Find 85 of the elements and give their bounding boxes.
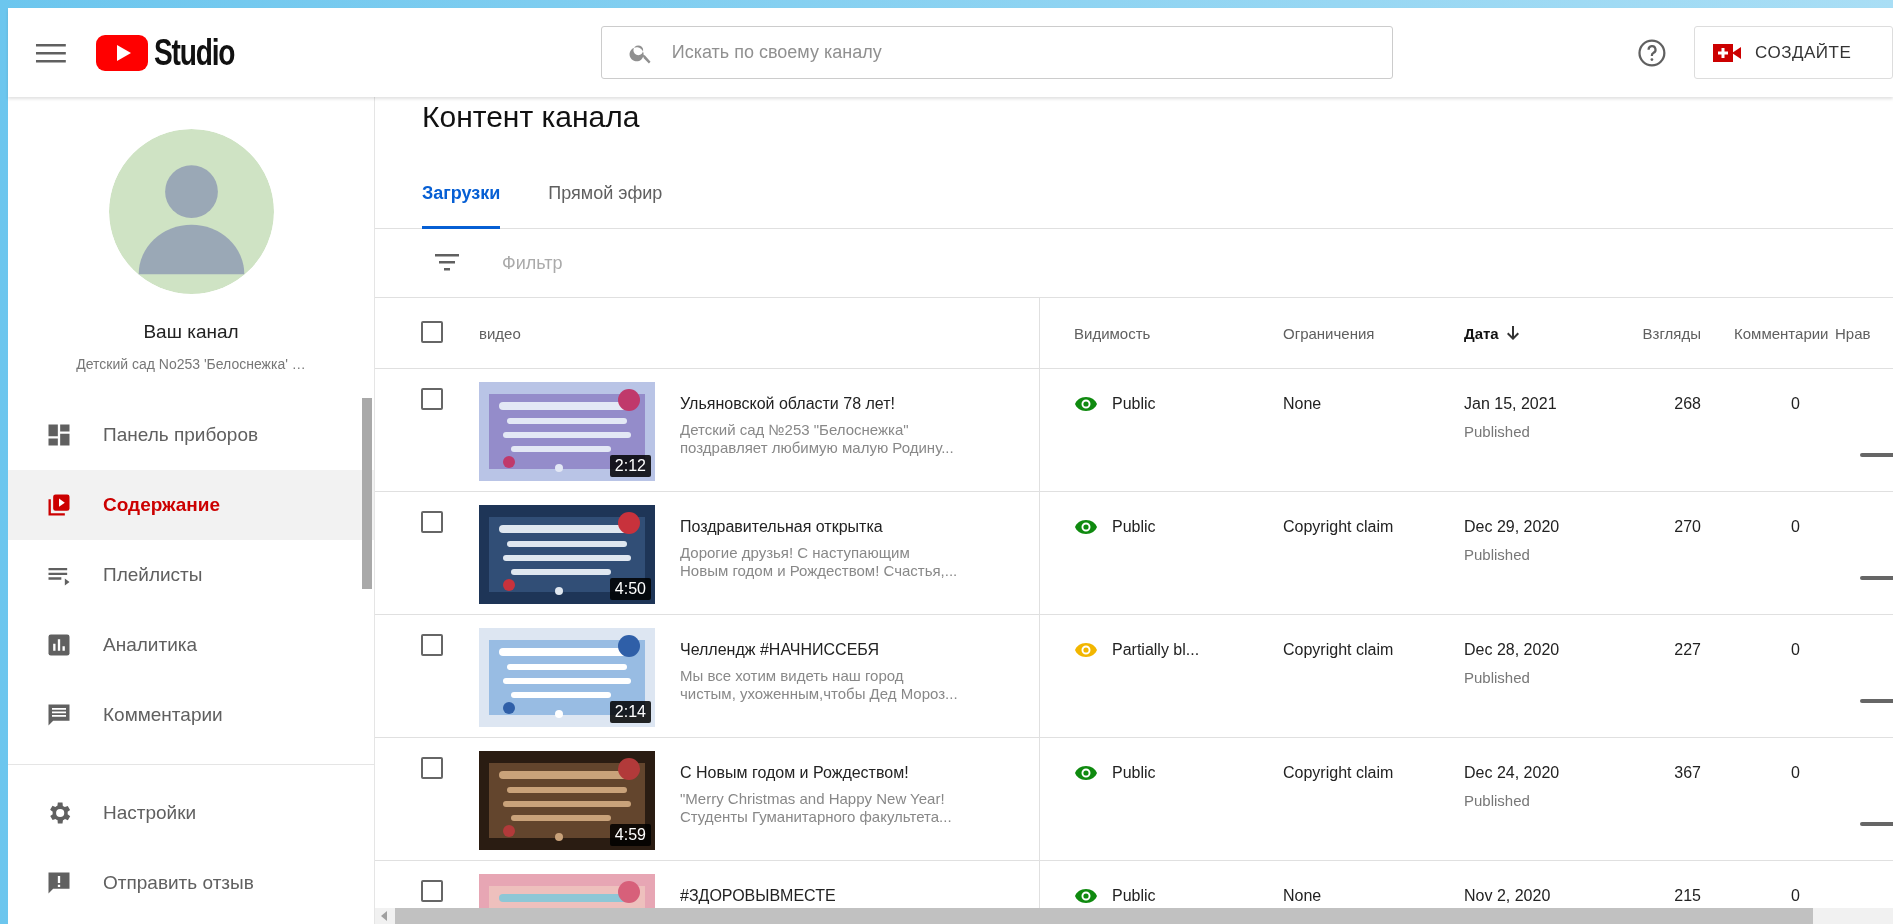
checkbox[interactable] [421, 511, 443, 533]
video-title[interactable]: #ЗДОРОВЫВМЕСТЕ [680, 887, 960, 905]
table-cell: 0 [1791, 395, 1800, 412]
table-cell: 0 [1791, 764, 1800, 781]
column-header[interactable]: Ограничения [1283, 324, 1375, 342]
table-cell: 268 [1674, 395, 1701, 412]
visibility-label[interactable]: Partially bl... [1112, 641, 1200, 659]
visibility-label[interactable]: Public [1112, 887, 1156, 905]
likes-bar [1860, 576, 1893, 580]
date-text: Dec 24, 2020 [1464, 764, 1561, 782]
date-text: Dec 28, 2020 [1464, 641, 1561, 659]
table-cell: Copyright claim [1283, 518, 1394, 535]
video-camera-plus-icon [1713, 43, 1742, 62]
column-header[interactable]: Дата [1464, 324, 1521, 342]
eye-icon [1074, 642, 1098, 658]
tab[interactable]: Загрузки [422, 137, 501, 229]
video-title[interactable]: Поздравительная открытка [680, 518, 960, 536]
date-text: Jan 15, 2021 [1464, 395, 1558, 413]
checkbox[interactable] [421, 388, 443, 410]
eye-icon [1074, 396, 1098, 412]
table-cell: 270 [1674, 518, 1701, 535]
video-description: Мы все хотим видеть наш город чистым, ухоженным,чтобы Дед Мороз... [680, 667, 959, 703]
table-cell: 215 [1674, 887, 1701, 904]
sidebar-item[interactable]: Аналитика [8, 610, 374, 680]
channel-name: Детский сад No253 'Белоснежка' … [75, 355, 307, 374]
video-title[interactable]: С Новым годом и Рождеством! [680, 764, 960, 782]
scrollbar[interactable] [362, 398, 372, 589]
eye-icon [1074, 519, 1098, 535]
checkbox[interactable] [421, 634, 443, 656]
page-title: Контент канала [421, 99, 641, 135]
visibility-label[interactable]: Public [1112, 518, 1156, 536]
video-description: "Merry Christmas and Happy New Year! Студенты Гуманитарного факультета... [680, 790, 953, 826]
table-cell: 0 [1791, 518, 1800, 535]
checkbox[interactable] [421, 880, 443, 902]
table-cell: Copyright claim [1283, 764, 1394, 781]
duration-badge: 4:59 [609, 824, 651, 846]
table-cell: 227 [1674, 641, 1701, 658]
search-bar[interactable]: Искать по своему каналу [600, 26, 1394, 79]
channel-title: Ваш канал [142, 320, 240, 344]
table-cell: None [1283, 395, 1322, 412]
table-cell: None [1283, 887, 1322, 904]
column-header[interactable]: Взгляды [1642, 324, 1701, 342]
date-text: Nov 2, 2020 [1464, 887, 1552, 905]
create-button[interactable]: СОЗДАЙТЕ [1694, 26, 1893, 79]
sidebar-item[interactable]: Панель приборов [8, 400, 374, 470]
duration-badge: 4:50 [609, 578, 651, 600]
table-cell: 367 [1674, 764, 1701, 781]
column-header[interactable]: Видимость [1074, 324, 1151, 342]
likes-bar [1860, 822, 1893, 826]
checkbox[interactable] [421, 757, 443, 779]
sidebar-item[interactable]: Отправить отзыв [8, 848, 374, 918]
column-header[interactable]: Нрав [1835, 324, 1871, 342]
status-text: Published [1464, 792, 1531, 809]
likes-bar [1860, 699, 1893, 703]
column-header[interactable]: Комментарии [1734, 324, 1829, 342]
help-icon[interactable] [1637, 37, 1668, 68]
status-text: Published [1464, 546, 1531, 563]
duration-badge: 2:12 [609, 455, 651, 477]
table-cell: Copyright claim [1283, 641, 1394, 658]
eye-icon [1074, 888, 1098, 904]
video-description: Дорогие друзья! С наступающим Новым годом и Рождеством! Счастья,... [680, 544, 959, 580]
video-title[interactable]: Ульяновской области 78 лет! [680, 395, 960, 413]
arrow-down-icon [1504, 325, 1521, 341]
sidebar-item[interactable]: Содержание [8, 470, 374, 540]
tab[interactable]: Прямой эфир [548, 137, 663, 229]
status-text: Published [1464, 423, 1531, 440]
eye-icon [1074, 765, 1098, 781]
likes-bar [1860, 453, 1893, 457]
horizontal-scrollbar[interactable] [375, 908, 1893, 924]
table-cell: 0 [1791, 641, 1800, 658]
play-logo-icon [95, 34, 148, 71]
logo-text: Studio [153, 31, 235, 74]
checkbox[interactable] [421, 320, 443, 343]
sidebar-item[interactable]: Настройки [8, 778, 374, 848]
visibility-label[interactable]: Public [1112, 395, 1156, 413]
status-text: Published [1464, 669, 1531, 686]
visibility-label[interactable]: Public [1112, 764, 1156, 782]
table-cell: 0 [1791, 887, 1800, 904]
sidebar-item[interactable]: Комментарии [8, 680, 374, 750]
video-title[interactable]: Челлендж #НАЧНИССЕБЯ [680, 641, 960, 659]
video-description: Детский сад №253 "Белоснежка" поздравляет любимую малую Родину... [680, 421, 955, 457]
sidebar-item[interactable]: Плейлисты [8, 540, 374, 610]
column-header[interactable]: видео [479, 324, 521, 342]
duration-badge: 2:14 [609, 701, 651, 723]
date-text: Dec 29, 2020 [1464, 518, 1561, 536]
